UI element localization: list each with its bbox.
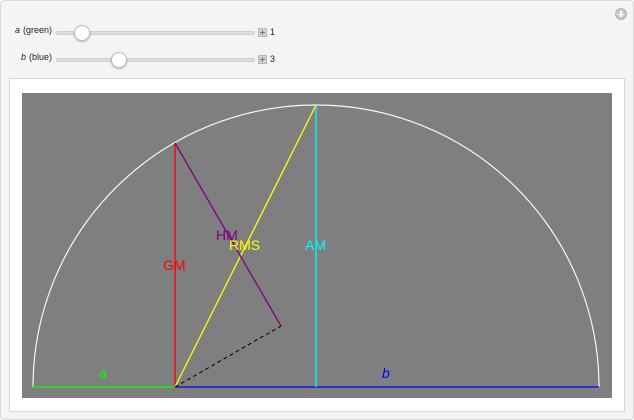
slider-row-a: a (green) 1 (0, 23, 634, 43)
slider-b-value: 3 (270, 54, 276, 64)
slider-a-value: 1 (270, 27, 276, 37)
slider-b-suffix: (blue) (28, 52, 52, 62)
a-label: a (99, 365, 107, 381)
plot-area: GM HM RMS AM a b (22, 93, 612, 398)
plus-square-icon[interactable] (258, 28, 267, 37)
slider-b-track[interactable] (56, 58, 255, 62)
rms-label: RMS (229, 237, 260, 253)
slider-a-thumb[interactable] (74, 25, 91, 41)
am-label: AM (305, 237, 326, 253)
means-diagram: GM HM RMS AM a b (32, 104, 600, 388)
slider-b-label: b (blue) (21, 52, 52, 62)
slider-a-suffix: (green) (22, 25, 52, 35)
gm-label: GM (163, 257, 186, 273)
plus-circle-icon[interactable] (615, 8, 627, 20)
slider-row-b: b (blue) 3 (0, 50, 634, 70)
plus-square-icon[interactable] (258, 55, 267, 64)
b-label: b (382, 365, 390, 381)
slider-a-label: a (green) (15, 25, 52, 35)
slider-b-thumb[interactable] (110, 52, 127, 68)
slider-a-name: a (14, 25, 20, 35)
slider-b-name: b (20, 52, 26, 62)
